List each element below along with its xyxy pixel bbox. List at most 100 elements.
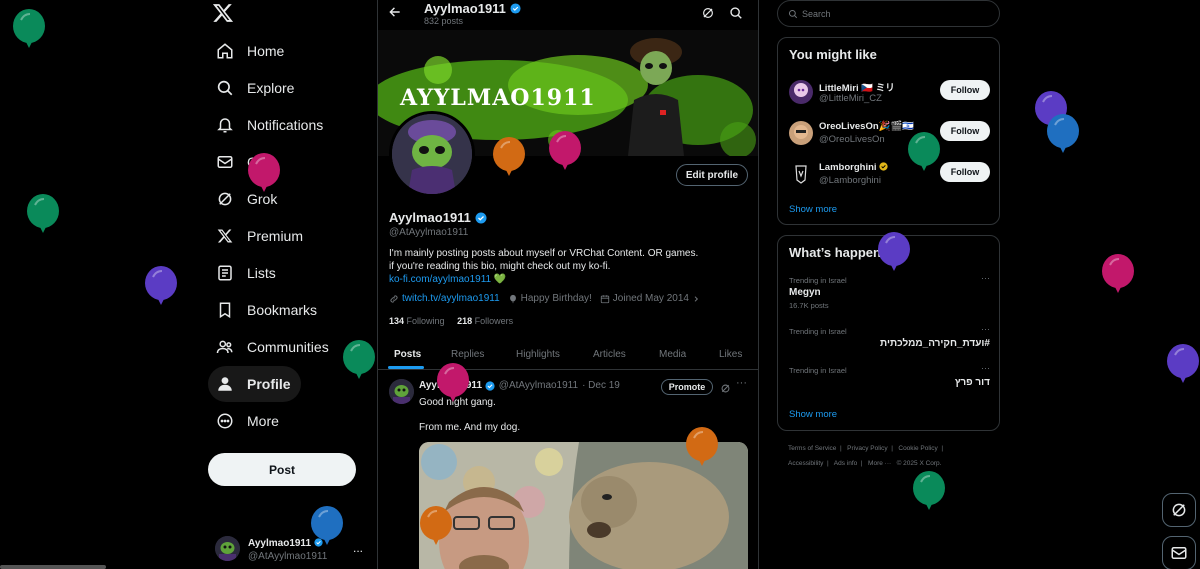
suggested-name: Lamborghini [819,162,888,173]
balloon-icon [26,193,60,237]
mail-icon [216,153,234,171]
tab-media[interactable]: Media [659,338,686,370]
trend-item[interactable]: Trending in Israel ··· Megyn 16.7K posts [789,273,990,312]
x-logo-icon [216,227,234,245]
tweet-text: From me. And my dog. [419,422,521,433]
chevron-right-icon [694,295,698,302]
mail-icon [1171,547,1187,559]
tweet-handle: @AtAyylmao1911 [498,380,579,391]
search-icon [216,79,234,97]
verified-badge-icon [475,212,487,223]
profile-avatar[interactable] [389,111,475,197]
follow-button[interactable]: Follow [940,121,990,141]
birthday: Happy Birthday! [508,293,592,304]
nav-communities[interactable]: Communities [208,329,339,365]
tab-likes[interactable]: Likes [719,338,742,370]
suggested-name: LittleMiri 🇨🇿 ミリ [819,83,895,94]
promote-button[interactable]: Promote [661,379,713,395]
ads-info-link[interactable]: Ads info [834,460,858,467]
trend-item[interactable]: Trending in Israel ··· #ועדת_חקירה_ממלכת… [789,324,990,363]
trend-more-icon[interactable]: ··· [981,324,990,334]
profile-name: Ayylmao1911 [389,210,487,225]
show-more-link[interactable]: Show more [789,204,837,215]
post-button[interactable]: Post [208,453,356,486]
grok-floating-button[interactable] [1162,493,1196,527]
suggested-user[interactable]: Lamborghini @Lamborghini Follow [789,160,994,190]
followers-link[interactable]: 218 Followers [457,316,513,326]
website[interactable]: twitch.tv/ayylmao1911 [389,293,500,304]
more-circle-icon [216,412,234,430]
follow-counts: 134 Following 218 Followers [389,316,513,326]
tab-highlights[interactable]: Highlights [516,338,560,370]
nav-bookmarks[interactable]: Bookmarks [208,292,327,328]
profile-tabs: Posts Replies Highlights Articles Media … [378,338,758,370]
grok-icon[interactable] [720,381,731,399]
account-more-icon[interactable]: ... [353,541,363,555]
bio-link[interactable]: ko-fi.com/ayylmao1911 [389,274,491,285]
nav-label: Profile [247,376,291,392]
balloon-icon [12,8,46,52]
account-switcher[interactable]: Ayylmao1911 @AtAyylmao1911 ... [215,536,375,566]
separator: | [840,445,842,452]
balloon-icon [144,265,178,309]
accessibility-link[interactable]: Accessibility [788,460,823,467]
suggested-user[interactable]: LittleMiri 🇨🇿 ミリ @LittleMiri_CZ Follow [789,78,994,108]
balloon-icon [342,339,376,383]
link-icon [390,294,398,303]
nav-more[interactable]: More [208,403,289,439]
trend-context: Trending in Israel [789,276,847,285]
nav-label: Bookmarks [247,302,318,318]
nav-premium[interactable]: Premium [208,218,313,254]
privacy-link[interactable]: Privacy Policy [847,445,887,452]
nav-label: Explore [247,80,295,96]
nav-lists[interactable]: Lists [208,255,286,291]
following-link[interactable]: 134 Following [389,316,445,326]
people-icon [216,338,234,356]
bio-line: if you're reading this bio, might check … [389,261,611,272]
follow-button[interactable]: Follow [940,162,990,182]
nav-label: More [247,413,279,429]
balloon-icon [310,505,344,549]
trend-more-icon[interactable]: ··· [981,273,990,283]
trend-more-icon[interactable]: ··· [981,363,990,373]
trend-item[interactable]: Trending in Israel ··· דור פרץ [789,363,990,402]
search-icon[interactable] [729,6,743,25]
separator: | [891,445,893,452]
nav-explore[interactable]: Explore [208,70,304,106]
edit-profile-button[interactable]: Edit profile [676,164,748,186]
show-more-link[interactable]: Show more [789,409,837,420]
bookmark-icon [216,301,234,319]
nav-label: Notifications [247,117,324,133]
tweet-date[interactable]: · Dec 19 [582,380,620,391]
horizontal-scrollbar[interactable] [0,565,106,569]
grok-icon[interactable] [701,6,715,25]
more-link[interactable]: More ··· [868,460,891,467]
trend-title: דור פרץ [954,377,990,388]
joined-date: Joined May 2014 [600,293,703,304]
profile-topbar: Ayylmao1911 832 posts [378,0,758,30]
profile-handle: @AtAyylmao1911 [389,227,469,238]
messages-floating-button[interactable] [1162,536,1196,569]
tweet-avatar[interactable] [389,379,414,404]
nav-profile[interactable]: Profile [208,366,301,402]
home-icon [216,42,234,60]
nav-notifications[interactable]: Notifications [208,107,333,143]
terms-link[interactable]: Terms of Service [788,445,836,452]
tweet-more-icon[interactable]: ··· [736,377,747,389]
suggested-handle: @OreoLivesOn [819,134,885,145]
search-input[interactable]: Search [777,0,1000,27]
suggested-name: OreoLivesOn🎉🎬🇮🇱 [819,121,915,132]
nav-home[interactable]: Home [208,33,294,69]
suggested-user[interactable]: OreoLivesOn🎉🎬🇮🇱 @OreoLivesOn Follow [789,119,994,149]
post-count: 832 posts [424,16,464,26]
x-logo[interactable] [212,2,238,28]
avatar [789,80,813,104]
back-arrow-icon[interactable] [388,5,402,24]
follow-button[interactable]: Follow [940,80,990,100]
profile-meta: twitch.tv/ayylmao1911 Happy Birthday! Jo… [389,293,711,304]
verified-badge-icon [485,380,495,391]
tab-articles[interactable]: Articles [593,338,626,370]
balloon-icon [685,426,719,470]
banner-text: AYYLMAO1911 [400,85,596,111]
cookie-link[interactable]: Cookie Policy [898,445,937,452]
